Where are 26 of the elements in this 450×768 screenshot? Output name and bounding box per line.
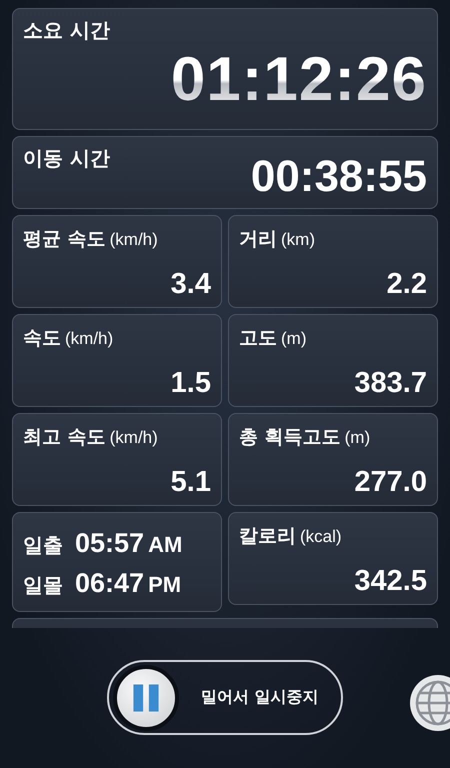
sun-label: 일출 [23, 532, 63, 558]
stat-label: 최고 속도 (km/h) [23, 425, 158, 450]
slider-knob-pause-icon[interactable] [113, 664, 179, 730]
stat-value: 383.7 [354, 369, 427, 398]
stat-value: 3.4 [170, 270, 211, 299]
stat-label: 고도 (m) [239, 326, 306, 351]
slide-to-pause-slider[interactable]: 밀어서 일시중지 [107, 660, 343, 735]
timer-label: 이동 시간 [23, 147, 110, 169]
stat-value: 2.2 [386, 270, 427, 299]
sun-label: 일몰 [23, 572, 63, 598]
stat-label: 평균 속도 (km/h) [23, 227, 158, 252]
stat-label: 칼로리 (kcal) [239, 524, 342, 549]
stat-label: 총 획득고도 (m) [239, 425, 370, 450]
time-period: PM [148, 572, 182, 598]
stat-value: 5.1 [170, 468, 211, 497]
stat-value: 1.5 [170, 369, 211, 398]
stat-label: 속도 (km/h) [23, 326, 114, 351]
timer-value: 00:38:55 [250, 155, 427, 199]
stat-value: 277.0 [354, 468, 427, 497]
sun-time: 06:47 [75, 568, 144, 598]
stat-label: 거리 (km) [239, 227, 315, 252]
stat-value: 342.5 [354, 567, 427, 596]
globe-icon[interactable] [408, 674, 450, 732]
time-period: AM [148, 532, 182, 558]
sun-time: 05:57 [75, 528, 144, 558]
timer-label: 소요 시간 [23, 19, 110, 41]
